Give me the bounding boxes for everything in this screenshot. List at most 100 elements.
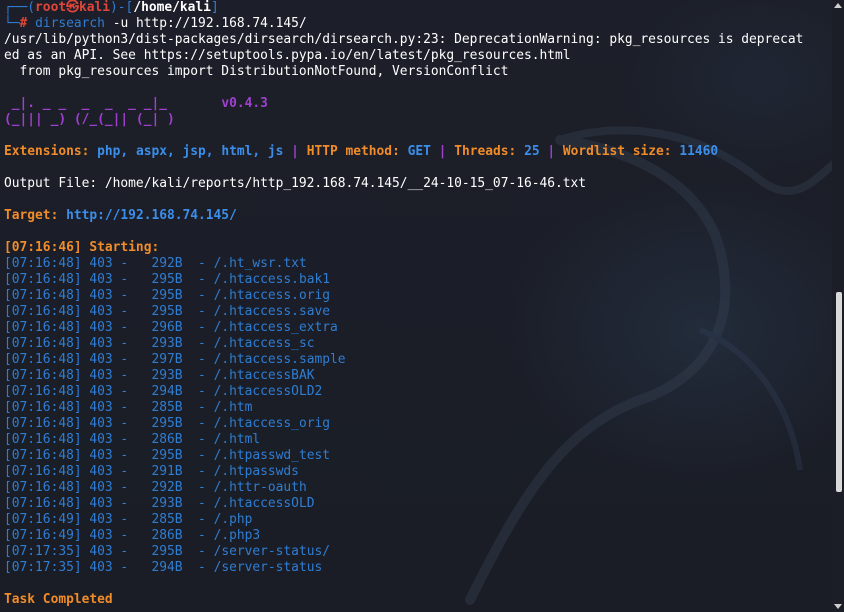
prompt-line-2: └─# dirsearch -u http://192.168.74.145/	[4, 16, 830, 32]
result-path: /.htaccessBAK	[213, 368, 315, 383]
result-time: [07:16:48]	[4, 272, 82, 287]
result-status: 403	[89, 480, 113, 495]
result-time: [07:16:48]	[4, 400, 82, 415]
result-row: [07:16:48] 403 - 295B - /.htpasswd_test	[4, 448, 330, 463]
warning-line: from pkg_resources import DistributionNo…	[4, 64, 509, 79]
result-row: [07:16:49] 403 - 286B - /.php3	[4, 528, 261, 543]
result-time: [07:16:49]	[4, 528, 82, 543]
result-row: [07:16:48] 403 - 293B - /.htaccess_sc	[4, 336, 315, 351]
result-size: 285B	[151, 512, 183, 527]
extensions-label: Extensions:	[4, 144, 90, 159]
result-time: [07:16:48]	[4, 336, 82, 351]
output-file-line: Output File: /home/kali/reports/http_192…	[4, 176, 587, 191]
result-path: /.htaccess_extra	[213, 320, 338, 335]
result-row: [07:16:48] 403 - 293B - /.htaccessBAK	[4, 368, 315, 383]
result-row: [07:16:48] 403 - 294B - /.htaccessOLD2	[4, 384, 323, 399]
result-status: 403	[89, 416, 113, 431]
separator: |	[291, 144, 299, 159]
result-row: [07:16:48] 403 - 285B - /.htm	[4, 400, 253, 415]
result-time: [07:16:48]	[4, 320, 82, 335]
prompt-corner-bottom: └─	[4, 16, 20, 31]
result-path: /.httr-oauth	[213, 480, 307, 495]
result-path: /.php	[213, 512, 253, 527]
result-row: [07:16:48] 403 - 297B - /.htaccess.sampl…	[4, 352, 346, 367]
result-time: [07:17:35]	[4, 544, 82, 559]
result-row: [07:17:35] 403 - 295B - /server-status/	[4, 544, 330, 559]
config-line: Extensions: php, aspx, jsp, html, js | H…	[4, 144, 830, 160]
result-status: 403	[89, 432, 113, 447]
result-path: /.php3	[213, 528, 261, 543]
result-time: [07:16:48]	[4, 352, 82, 367]
result-time: [07:16:48]	[4, 416, 82, 431]
banner-line-2: (_||| _) (/_(_|| (_| )	[4, 112, 830, 128]
result-status: 403	[89, 384, 113, 399]
result-size: 292B	[151, 480, 183, 495]
prompt-hash: #	[19, 16, 28, 31]
starting-line: [07:16:46] Starting:	[4, 240, 160, 255]
prompt-at-symbol: ㉿	[66, 0, 79, 15]
result-size: 296B	[151, 320, 183, 335]
warning-line: /usr/lib/python3/dist-packages/dirsearch…	[4, 32, 804, 47]
wordlist-value: 11460	[679, 144, 719, 159]
result-path: /.htaccessOLD2	[213, 384, 323, 399]
result-path: /.ht_wsr.txt	[213, 256, 307, 271]
result-size: 294B	[151, 560, 183, 575]
scroll-thumb[interactable]	[836, 292, 842, 492]
result-status: 403	[89, 544, 113, 559]
result-row: [07:16:48] 403 - 292B - /.httr-oauth	[4, 480, 307, 495]
result-status: 403	[89, 496, 113, 511]
scroll-up-arrow-icon[interactable]	[834, 3, 842, 8]
results-list: [07:16:48] 403 - 292B - /.ht_wsr.txt [07:…	[4, 256, 830, 576]
result-row: [07:16:48] 403 - 293B - /.htaccessOLD	[4, 496, 315, 511]
result-time: [07:16:48]	[4, 368, 82, 383]
prompt-separator: )-[	[110, 0, 134, 15]
result-time: [07:16:48]	[4, 256, 82, 271]
result-path: /.htpasswds	[213, 464, 299, 479]
result-status: 403	[89, 272, 113, 287]
scroll-down-arrow-icon[interactable]	[834, 604, 842, 609]
vertical-scrollbar[interactable]	[832, 0, 844, 612]
result-row: [07:16:48] 403 - 286B - /.html	[4, 432, 261, 447]
method-value: GET	[407, 144, 431, 159]
prompt-bracket-end: ]	[210, 0, 219, 15]
result-row: [07:16:48] 403 - 291B - /.htpasswds	[4, 464, 299, 479]
result-status: 403	[89, 304, 113, 319]
task-completed: Task Completed	[4, 592, 113, 607]
wordlist-label: Wordlist size:	[562, 144, 672, 159]
threads-value: 25	[524, 144, 540, 159]
result-status: 403	[89, 336, 113, 351]
result-status: 403	[89, 512, 113, 527]
target-url: http://192.168.74.145/	[66, 208, 237, 223]
result-row: [07:17:35] 403 - 294B - /server-status	[4, 560, 323, 575]
banner-art: _|. _ _ _ _ _ _|_	[4, 96, 167, 111]
result-status: 403	[89, 256, 113, 271]
result-path: /.htaccess.orig	[213, 288, 330, 303]
result-path: /.htaccess.bak1	[213, 272, 330, 287]
result-size: 293B	[151, 336, 183, 351]
result-time: [07:16:49]	[4, 512, 82, 527]
result-status: 403	[89, 464, 113, 479]
result-row: [07:16:48] 403 - 295B - /.htaccess.save	[4, 304, 330, 319]
result-size: 295B	[151, 272, 183, 287]
command-name: dirsearch	[35, 16, 105, 31]
result-time: [07:16:48]	[4, 432, 82, 447]
command-args: -u http://192.168.74.145/	[112, 16, 307, 31]
separator: |	[547, 144, 556, 159]
result-size: 293B	[151, 496, 183, 511]
result-time: [07:16:48]	[4, 384, 82, 399]
result-status: 403	[89, 448, 113, 463]
result-size: 295B	[151, 416, 183, 431]
result-time: [07:17:35]	[4, 560, 82, 575]
result-path: /.html	[213, 432, 261, 447]
result-size: 295B	[151, 304, 183, 319]
prompt-corner-top: ┌──(	[4, 0, 36, 15]
result-size: 286B	[151, 528, 183, 543]
prompt-host: kali	[78, 0, 111, 15]
result-status: 403	[89, 288, 113, 303]
result-time: [07:16:48]	[4, 288, 82, 303]
separator: |	[438, 144, 447, 159]
result-status: 403	[89, 320, 113, 335]
result-size: 295B	[151, 448, 183, 463]
result-row: [07:16:48] 403 - 292B - /.ht_wsr.txt	[4, 256, 307, 271]
result-size: 291B	[151, 464, 183, 479]
